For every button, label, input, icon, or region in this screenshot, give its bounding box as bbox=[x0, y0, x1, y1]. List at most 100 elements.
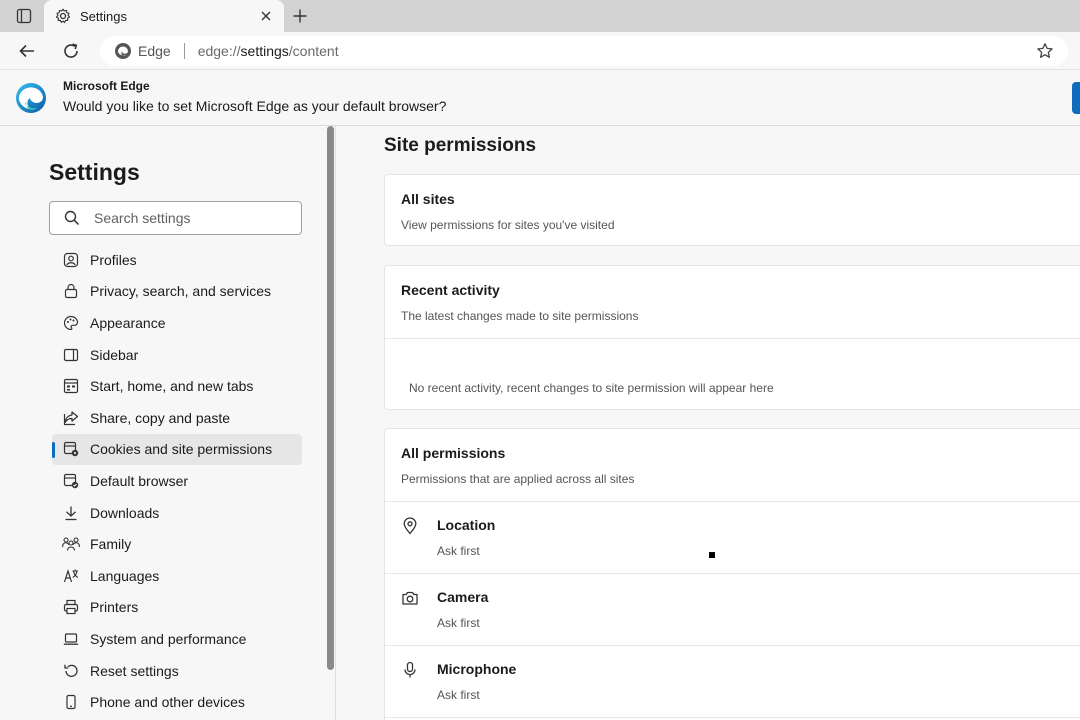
url-host: settings bbox=[240, 43, 289, 59]
all-sites-subtitle: View permissions for sites you've visite… bbox=[401, 218, 615, 232]
all-permissions-card: All permissions Permissions that are app… bbox=[384, 428, 1080, 720]
sidebar-item-profiles[interactable]: Profiles bbox=[52, 244, 302, 276]
sidebar-item-label: Privacy, search, and services bbox=[90, 283, 272, 300]
sidebar-item-label: System and performance bbox=[90, 630, 247, 647]
permission-value: Ask first bbox=[437, 688, 480, 702]
toolbar: Edge edge://settings/content bbox=[0, 32, 1080, 70]
permission-name: Location bbox=[437, 517, 496, 533]
recent-activity-card: Recent activity The latest changes made … bbox=[384, 265, 1080, 410]
search-box[interactable] bbox=[49, 201, 302, 235]
permission-microphone[interactable]: Microphone Ask first bbox=[385, 645, 1080, 717]
reset-icon bbox=[62, 662, 80, 680]
home-tab-icon bbox=[62, 377, 80, 395]
address-bar[interactable]: Edge edge://settings/content bbox=[100, 36, 1068, 66]
language-icon bbox=[62, 567, 80, 585]
sidebar-item-system[interactable]: System and performance bbox=[52, 623, 302, 655]
gear-icon bbox=[54, 7, 72, 25]
divider bbox=[385, 338, 1080, 339]
url-path: /content bbox=[288, 43, 339, 59]
sidebar-item-label: Default browser bbox=[90, 472, 189, 489]
url-scheme: edge:// bbox=[197, 43, 241, 59]
permission-name: Camera bbox=[437, 589, 489, 605]
all-sites-card[interactable]: All sites View permissions for sites you… bbox=[384, 174, 1080, 246]
sidebar-item-privacy[interactable]: Privacy, search, and services bbox=[52, 276, 302, 308]
permission-value: Ask first bbox=[437, 544, 480, 558]
all-permissions-title: All permissions bbox=[401, 445, 506, 461]
edge-icon bbox=[115, 43, 131, 59]
sidebar-item-label: Printers bbox=[90, 599, 139, 616]
settings-title: Settings bbox=[49, 159, 140, 185]
tab-actions-button[interactable] bbox=[10, 6, 38, 26]
close-icon[interactable] bbox=[258, 8, 274, 24]
phone-icon bbox=[62, 693, 80, 711]
mouse-cursor bbox=[709, 552, 715, 558]
tab-settings[interactable]: Settings bbox=[44, 0, 284, 32]
tab-title: Settings bbox=[80, 8, 127, 24]
default-browser-infobar: Microsoft Edge Would you like to set Mic… bbox=[0, 70, 1080, 126]
camera-icon bbox=[402, 591, 418, 605]
star-icon[interactable] bbox=[1036, 42, 1054, 60]
sidebar-icon bbox=[62, 346, 80, 364]
arrow-left-icon bbox=[19, 44, 34, 58]
sidebar-item-label: Languages bbox=[90, 567, 160, 584]
sidebar-scrollbar[interactable] bbox=[327, 126, 334, 670]
set-default-button[interactable] bbox=[1072, 82, 1080, 114]
sidebar-item-downloads[interactable]: Downloads bbox=[52, 497, 302, 529]
all-sites-title: All sites bbox=[401, 191, 455, 207]
lock-icon bbox=[62, 282, 80, 300]
edge-logo-icon bbox=[16, 83, 46, 113]
profile-icon bbox=[62, 251, 80, 269]
settings-content: Site permissions All sites View permissi… bbox=[336, 126, 1080, 720]
new-tab-button[interactable] bbox=[288, 5, 312, 27]
family-icon bbox=[62, 535, 80, 553]
microphone-icon bbox=[404, 661, 416, 678]
download-icon bbox=[62, 504, 80, 522]
all-permissions-subtitle: Permissions that are applied across all … bbox=[401, 472, 635, 486]
sidebar-item-label: Appearance bbox=[90, 314, 166, 331]
sidebar-item-reset[interactable]: Reset settings bbox=[52, 655, 302, 687]
permission-value: Ask first bbox=[437, 616, 480, 630]
sidebar-item-label: Reset settings bbox=[90, 662, 179, 679]
divider bbox=[385, 717, 1080, 718]
palette-icon bbox=[62, 314, 80, 332]
back-button[interactable] bbox=[15, 39, 39, 63]
refresh-button[interactable] bbox=[59, 39, 83, 63]
recent-activity-subtitle: The latest changes made to site permissi… bbox=[401, 309, 639, 323]
sidebar-item-family[interactable]: Family bbox=[52, 528, 302, 560]
sidebar-item-label: Family bbox=[90, 536, 132, 553]
sidebar-item-start-home[interactable]: Start, home, and new tabs bbox=[52, 370, 302, 402]
sidebar-item-default-browser[interactable]: Default browser bbox=[52, 465, 302, 497]
sidebar-item-printers[interactable]: Printers bbox=[52, 592, 302, 624]
sidebar-item-label: Profiles bbox=[90, 251, 137, 268]
sidebar-item-cookies[interactable]: Cookies and site permissions bbox=[52, 433, 302, 466]
search-input[interactable] bbox=[94, 210, 284, 226]
tab-actions-icon bbox=[16, 8, 32, 24]
sidebar-item-sidebar[interactable]: Sidebar bbox=[52, 339, 302, 371]
sidebar-item-phone[interactable]: Phone and other devices bbox=[52, 686, 302, 718]
sidebar-item-label: Phone and other devices bbox=[90, 694, 245, 711]
location-icon bbox=[403, 517, 417, 535]
sidebar-item-label: Cookies and site permissions bbox=[90, 441, 273, 458]
sidebar-item-appearance[interactable]: Appearance bbox=[52, 307, 302, 339]
laptop-icon bbox=[62, 630, 80, 648]
printer-icon bbox=[62, 598, 80, 616]
sidebar-item-label: Share, copy and paste bbox=[90, 409, 231, 426]
permission-location[interactable]: Location Ask first bbox=[385, 501, 1080, 573]
search-icon bbox=[64, 210, 80, 226]
tab-strip: Settings bbox=[0, 0, 1080, 32]
infobar-title: Microsoft Edge bbox=[63, 79, 150, 93]
sidebar-item-label: Downloads bbox=[90, 504, 160, 521]
permission-name: Microphone bbox=[437, 661, 517, 677]
sidebar-item-label: Start, home, and new tabs bbox=[90, 378, 254, 395]
page-title: Site permissions bbox=[384, 135, 537, 156]
infobar-message: Would you like to set Microsoft Edge as … bbox=[63, 98, 447, 114]
recent-activity-empty: No recent activity, recent changes to si… bbox=[409, 381, 774, 395]
address-brand: Edge bbox=[138, 43, 171, 59]
sidebar-item-label: Sidebar bbox=[90, 346, 139, 363]
sidebar-item-languages[interactable]: Languages bbox=[52, 560, 302, 592]
sidebar-item-share[interactable]: Share, copy and paste bbox=[52, 402, 302, 434]
refresh-icon bbox=[64, 43, 78, 58]
settings-sidebar: Settings Profiles Privacy, search, and s… bbox=[0, 126, 336, 720]
cookie-permissions-icon bbox=[62, 440, 80, 458]
permission-camera[interactable]: Camera Ask first bbox=[385, 573, 1080, 645]
